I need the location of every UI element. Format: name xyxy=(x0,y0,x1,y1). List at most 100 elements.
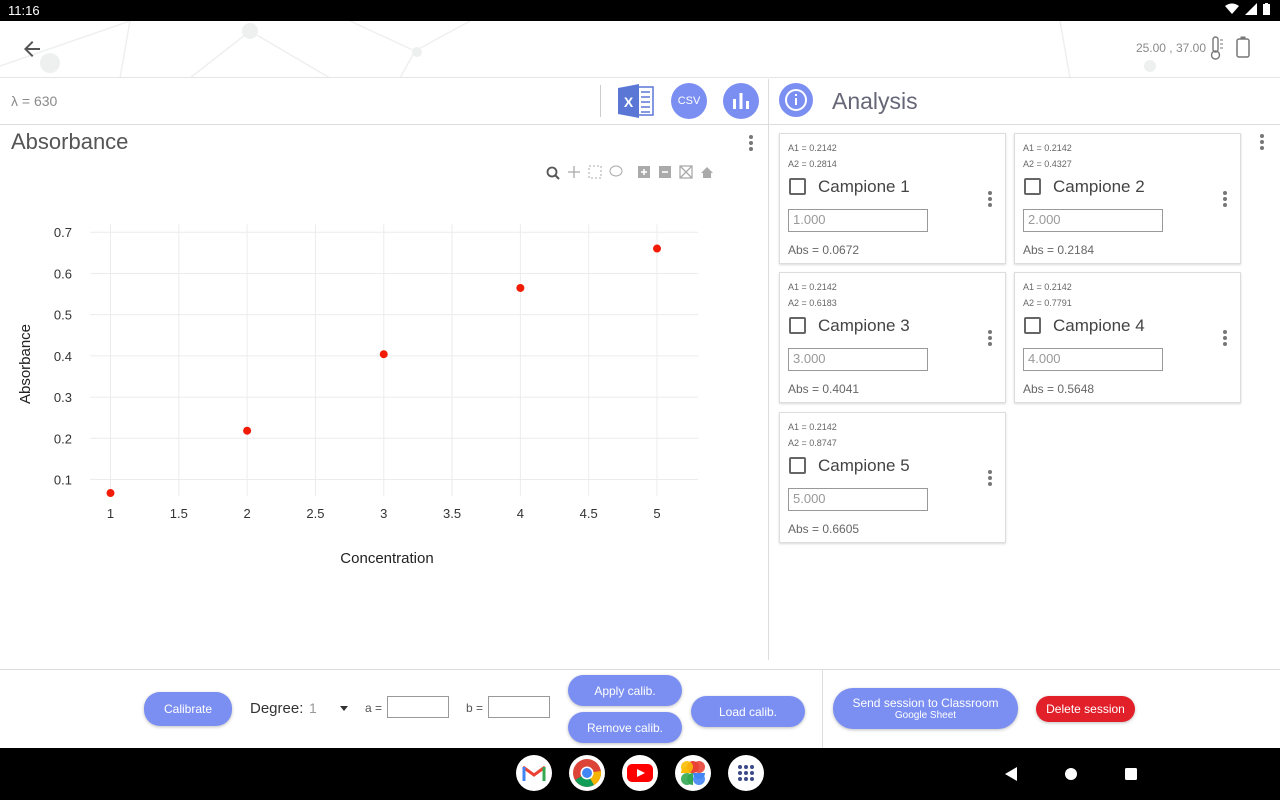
sample-more-menu[interactable] xyxy=(1222,191,1228,207)
data-point[interactable] xyxy=(516,283,525,292)
sample-more-menu[interactable] xyxy=(987,470,993,486)
reset-home-icon[interactable] xyxy=(701,167,713,178)
x-tick-label: 1 xyxy=(107,506,114,521)
chart-toolbar: λ = 630 X CSV xyxy=(0,79,768,125)
battery-status-icon xyxy=(1263,3,1270,15)
sample-checkbox[interactable] xyxy=(789,178,806,195)
sample-name: Campione 2 xyxy=(1053,177,1145,196)
x-tick-label: 4.5 xyxy=(580,506,598,521)
chrome-app-icon[interactable] xyxy=(569,755,605,791)
absorbance-value: Abs = 0.6605 xyxy=(788,522,860,536)
system-nav-bar xyxy=(0,748,1280,800)
a1-value: A1 = 0.2142 xyxy=(788,143,837,153)
a1-value: A1 = 0.2142 xyxy=(1023,282,1072,292)
load-calib-label: Load calib. xyxy=(718,704,778,719)
y-tick-label: 0.4 xyxy=(54,349,72,364)
a2-value: A2 = 0.2814 xyxy=(788,159,837,169)
youtube-app-icon[interactable] xyxy=(622,755,658,791)
sample-checkbox[interactable] xyxy=(1024,317,1041,334)
autoscale-icon[interactable] xyxy=(679,165,693,179)
concentration-input[interactable]: 5.000 xyxy=(788,488,928,511)
y-axis-label: Absorbance xyxy=(17,324,34,404)
delete-session-button[interactable]: Delete session xyxy=(1036,696,1135,722)
excel-export-icon[interactable]: X xyxy=(617,83,655,119)
signal-icon xyxy=(1245,3,1257,15)
sample-more-menu[interactable] xyxy=(987,191,993,207)
b-param-input[interactable] xyxy=(488,696,550,718)
zoom-out-icon[interactable] xyxy=(659,166,671,178)
back-arrow-icon[interactable] xyxy=(20,37,44,61)
sample-name: Campione 4 xyxy=(1053,316,1145,335)
a2-value: A2 = 0.4327 xyxy=(1023,159,1072,169)
app-drawer-icon[interactable] xyxy=(728,755,764,791)
app-bar: 25.00 , 37.00 xyxy=(0,21,1280,78)
gmail-app-icon[interactable] xyxy=(516,755,552,791)
chart-modebar xyxy=(546,165,713,180)
status-bar: 11:16 xyxy=(0,0,1280,21)
sample-checkbox[interactable] xyxy=(1024,178,1041,195)
degree-select[interactable]: 1 xyxy=(309,700,317,716)
pan-icon[interactable] xyxy=(568,166,580,178)
bottom-divider xyxy=(822,670,823,748)
data-point[interactable] xyxy=(243,426,252,435)
analysis-title: Analysis xyxy=(832,88,918,114)
x-tick-label: 5 xyxy=(653,506,660,521)
delete-session-label: Delete session xyxy=(1046,702,1125,716)
x-tick-label: 1.5 xyxy=(170,506,188,521)
status-time: 11:16 xyxy=(8,3,40,18)
nav-back-icon[interactable] xyxy=(1004,766,1018,782)
sample-card: A1 = 0.2142 A2 = 0.6183 Campione 3 3.000… xyxy=(779,272,1006,403)
chart-view-button[interactable] xyxy=(723,83,759,119)
send-session-button[interactable]: Send session to Classroom Google Sheet xyxy=(833,688,1018,729)
concentration-input[interactable]: 2.000 xyxy=(1023,209,1163,232)
a1-value: A1 = 0.2142 xyxy=(788,282,837,292)
info-button[interactable] xyxy=(779,83,813,117)
y-tick-label: 0.5 xyxy=(54,308,72,323)
calibrate-button[interactable]: Calibrate xyxy=(144,692,232,726)
zoom-in-icon[interactable] xyxy=(638,166,650,178)
a2-value: A2 = 0.6183 xyxy=(788,298,837,308)
y-tick-label: 0.6 xyxy=(54,266,72,281)
csv-export-button[interactable]: CSV xyxy=(671,83,707,119)
absorbance-value: Abs = 0.2184 xyxy=(1023,243,1095,257)
wifi-icon xyxy=(1225,3,1239,14)
sample-more-menu[interactable] xyxy=(987,330,993,346)
calibration-bar: Calibrate Degree: 1 a = b = Apply calib.… xyxy=(0,669,1280,748)
chart-grid xyxy=(90,224,698,496)
nav-recents-icon[interactable] xyxy=(1124,767,1138,781)
load-calib-button[interactable]: Load calib. xyxy=(691,696,805,727)
bar-chart-icon xyxy=(733,93,749,109)
box-select-icon[interactable] xyxy=(588,165,602,179)
apply-calib-button[interactable]: Apply calib. xyxy=(568,675,682,706)
x-tick-label: 4 xyxy=(517,506,524,521)
x-tick-label: 3.5 xyxy=(443,506,461,521)
chart-ticks: 1 1.5 2 2.5 3 3.5 4 4.5 5 0.1 0.2 0.3 0.4 0.5 0.6 0.7 xyxy=(54,225,661,521)
a1-value: A1 = 0.2142 xyxy=(1023,143,1072,153)
data-point[interactable] xyxy=(379,350,388,359)
analysis-more-menu[interactable] xyxy=(1259,134,1265,150)
sample-name: Campione 1 xyxy=(818,177,910,196)
sample-checkbox[interactable] xyxy=(789,317,806,334)
concentration-input[interactable]: 3.000 xyxy=(788,348,928,371)
chart-more-menu[interactable] xyxy=(748,135,754,151)
toolbar-divider xyxy=(600,85,601,117)
a-param-input[interactable] xyxy=(387,696,449,718)
nav-home-icon[interactable] xyxy=(1064,767,1078,781)
lasso-select-icon[interactable] xyxy=(609,165,623,177)
sample-card: A1 = 0.2142 A2 = 0.4327 Campione 2 2.000… xyxy=(1014,133,1241,264)
remove-calib-button[interactable]: Remove calib. xyxy=(568,712,682,743)
photos-app-icon[interactable] xyxy=(675,755,711,791)
analysis-header: Analysis xyxy=(769,79,1280,125)
concentration-input[interactable]: 1.000 xyxy=(788,209,928,232)
sample-checkbox[interactable] xyxy=(789,457,806,474)
sample-more-menu[interactable] xyxy=(1222,330,1228,346)
zoom-icon[interactable] xyxy=(546,166,560,180)
chart-panel: Absorbance 1 1.5 2 2.5 3 3.5 4 4.5 5 0.1 0.2 0.3 0.4… xyxy=(0,125,768,660)
data-point[interactable] xyxy=(106,489,115,498)
apply-calib-label: Apply calib. xyxy=(594,683,656,698)
concentration-input[interactable]: 4.000 xyxy=(1023,348,1163,371)
info-icon xyxy=(785,89,807,111)
send-session-sublabel: Google Sheet xyxy=(894,710,957,721)
dropdown-caret-icon[interactable] xyxy=(340,706,348,711)
data-point[interactable] xyxy=(653,244,662,253)
